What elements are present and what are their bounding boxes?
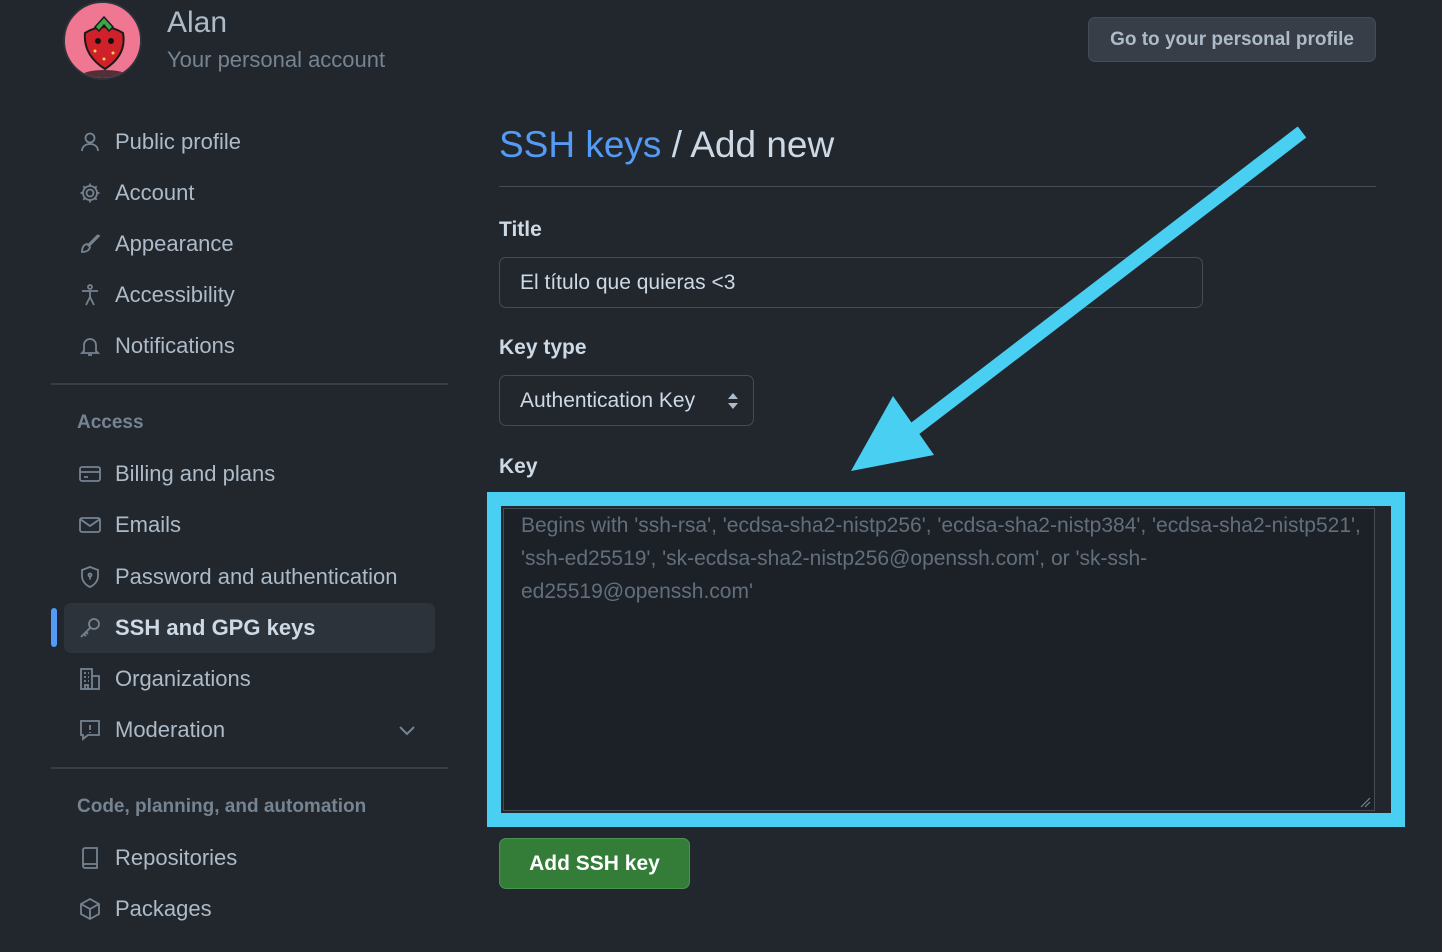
heading-divider xyxy=(499,186,1376,187)
go-to-profile-button[interactable]: Go to your personal profile xyxy=(1088,17,1376,62)
sidebar-item-emails[interactable]: Emails xyxy=(64,500,435,550)
sidebar-item-label: Moderation xyxy=(115,717,226,742)
sidebar-item-label: Account xyxy=(115,180,195,205)
key-type-label: Key type xyxy=(499,336,587,359)
chevron-down-icon[interactable] xyxy=(395,718,419,742)
sidebar-item-label: Accessibility xyxy=(115,282,235,307)
sidebar-item-notifications[interactable]: Notifications xyxy=(64,321,435,371)
sidebar-item-label: Packages xyxy=(115,896,212,921)
sidebar-divider xyxy=(51,767,448,769)
sidebar-item-ssh-gpg-keys[interactable]: SSH and GPG keys xyxy=(64,603,435,653)
credit-card-icon xyxy=(77,461,103,487)
report-icon xyxy=(77,717,103,743)
sidebar-item-packages[interactable]: Packages xyxy=(64,884,435,934)
key-icon xyxy=(77,615,103,641)
sidebar-group-code: Code, planning, and automation xyxy=(77,796,367,817)
accessibility-icon xyxy=(77,282,103,308)
key-textarea[interactable]: Begins with 'ssh-rsa', 'ecdsa-sha2-nistp… xyxy=(503,508,1375,811)
gear-icon xyxy=(77,180,103,206)
sidebar-item-label: Password and authentication xyxy=(115,564,398,589)
sidebar-item-label: Notifications xyxy=(115,333,235,358)
sidebar-item-password-authentication[interactable]: Password and authentication xyxy=(64,552,435,602)
add-ssh-key-button[interactable]: Add SSH key xyxy=(499,838,690,889)
page-title: SSH keys / Add new xyxy=(499,124,834,166)
active-indicator xyxy=(51,608,57,647)
sidebar-group-access: Access xyxy=(77,412,144,433)
sidebar-item-label: Emails xyxy=(115,512,182,537)
repo-icon xyxy=(77,845,103,871)
sidebar-item-billing[interactable]: Billing and plans xyxy=(64,449,435,499)
organization-icon xyxy=(77,666,103,692)
sidebar-item-label: Organizations xyxy=(115,666,251,691)
key-label: Key xyxy=(499,455,538,478)
sidebar-item-moderation[interactable]: Moderation xyxy=(64,705,435,755)
account-subtitle: Your personal account xyxy=(167,47,386,72)
sidebar-item-label: Appearance xyxy=(115,231,234,256)
sidebar-divider xyxy=(51,383,448,385)
avatar[interactable] xyxy=(63,1,142,80)
sidebar-item-account[interactable]: Account xyxy=(64,168,435,218)
sidebar-item-label: Public profile xyxy=(115,129,241,154)
shield-lock-icon xyxy=(77,564,103,590)
strawberry-avatar-icon xyxy=(65,3,140,78)
bell-icon xyxy=(77,333,103,359)
sidebar-item-repositories[interactable]: Repositories xyxy=(64,833,435,883)
paintbrush-icon xyxy=(77,231,103,257)
key-placeholder: Begins with 'ssh-rsa', 'ecdsa-sha2-nistp… xyxy=(521,514,1361,603)
resize-handle-icon[interactable] xyxy=(1359,795,1371,808)
sidebar-item-accessibility[interactable]: Accessibility xyxy=(64,270,435,320)
key-type-select[interactable]: Authentication Key xyxy=(499,375,754,426)
title-input[interactable]: El título que quieras <3 xyxy=(499,257,1203,308)
sidebar-item-label: SSH and GPG keys xyxy=(115,615,316,640)
breadcrumb-current: / Add new xyxy=(661,124,835,165)
sidebar-item-label: Repositories xyxy=(115,845,238,870)
select-arrows-icon xyxy=(727,391,739,411)
sidebar-item-appearance[interactable]: Appearance xyxy=(64,219,435,269)
breadcrumb-ssh-keys-link[interactable]: SSH keys xyxy=(499,124,661,165)
sidebar-item-label: Billing and plans xyxy=(115,461,276,486)
title-label: Title xyxy=(499,218,542,241)
package-icon xyxy=(77,896,103,922)
sidebar-item-organizations[interactable]: Organizations xyxy=(64,654,435,704)
sidebar-item-public-profile[interactable]: Public profile xyxy=(64,117,435,167)
settings-page: Alan Your personal account Go to your pe… xyxy=(0,0,1442,952)
mail-icon xyxy=(77,512,103,538)
person-icon xyxy=(77,129,103,155)
key-type-value: Authentication Key xyxy=(520,388,696,412)
account-name: Alan xyxy=(167,6,228,39)
